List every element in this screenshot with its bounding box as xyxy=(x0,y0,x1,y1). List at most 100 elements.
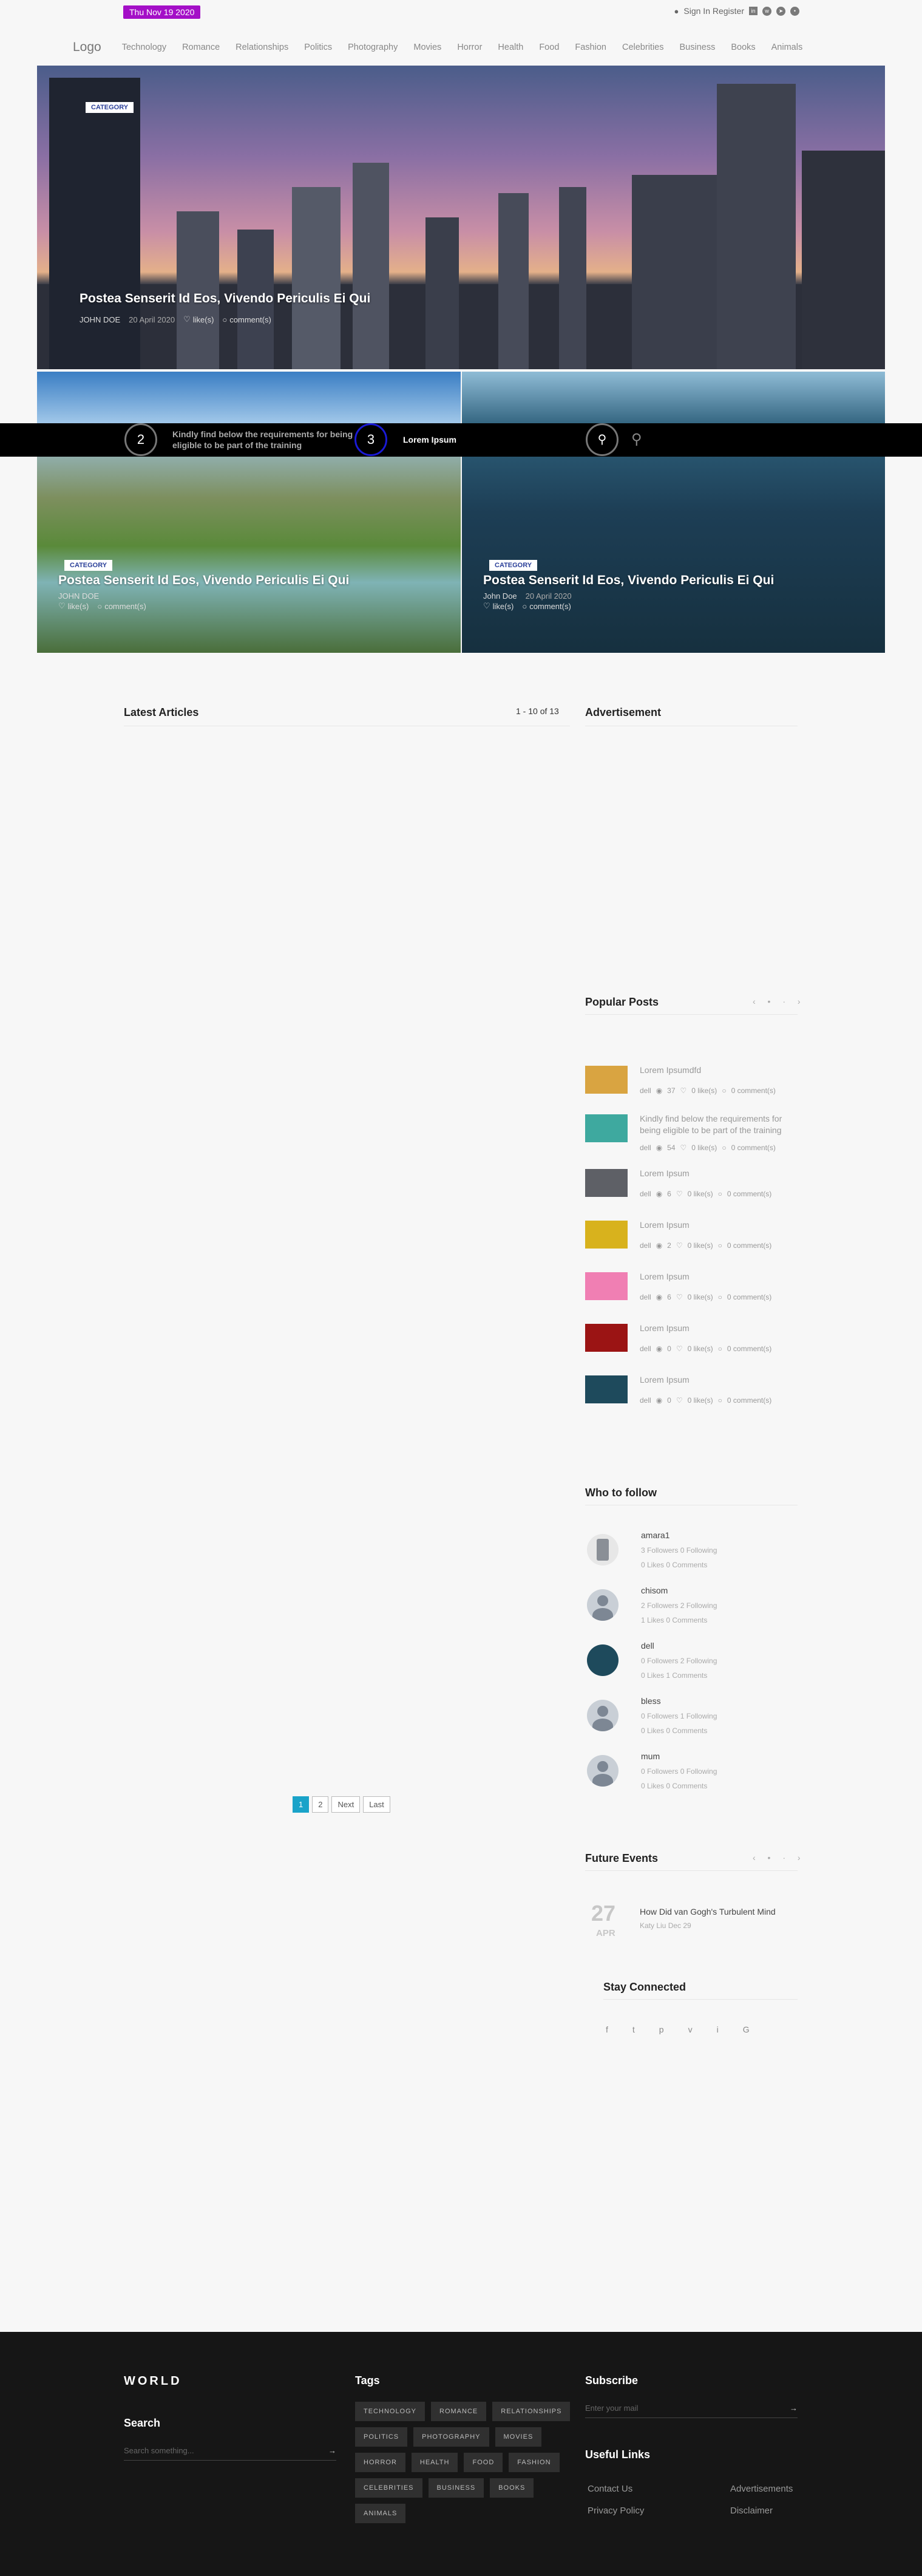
tag-business[interactable]: BUSINESS xyxy=(428,2478,484,2498)
popular-post-title[interactable]: Lorem Ipsum xyxy=(640,1374,798,1386)
search-icon[interactable]: ⚲ xyxy=(586,423,619,456)
carousel-arrows[interactable]: ‹ • · › xyxy=(753,997,805,1006)
heart-icon[interactable]: ♡ xyxy=(483,601,490,611)
hero-post-title[interactable]: Postea Senserit Id Eos, Vivendo Periculi… xyxy=(80,291,370,306)
twitter-icon[interactable]: t xyxy=(632,2025,635,2034)
category-tag[interactable]: CATEGORY xyxy=(86,102,134,113)
heart-icon[interactable]: ♡ xyxy=(680,1086,687,1095)
post-thumbnail[interactable] xyxy=(585,1114,628,1142)
follow-user-item[interactable]: dell 0 Followers 2 Following 0 Likes 1 C… xyxy=(587,1641,793,1689)
slide-text-2[interactable]: Kindly find below the requirements for b… xyxy=(172,429,354,451)
google-icon[interactable]: G xyxy=(743,2025,750,2034)
nav-item-books[interactable]: Books xyxy=(731,43,755,52)
comment-icon[interactable]: ○ xyxy=(722,1143,726,1152)
instagram-icon[interactable]: i xyxy=(717,2025,719,2034)
comment-icon[interactable]: ○ xyxy=(97,602,102,611)
nav-item-relationships[interactable]: Relationships xyxy=(236,43,288,52)
footer-search-input[interactable]: Search something... → xyxy=(124,2446,336,2461)
arrow-right-icon[interactable]: → xyxy=(790,2404,798,2413)
comment-icon[interactable]: ○ xyxy=(522,602,527,611)
tag-fashion[interactable]: FASHION xyxy=(509,2453,560,2472)
share-icon[interactable]: • xyxy=(790,6,799,16)
heart-icon[interactable]: ♡ xyxy=(676,1293,683,1301)
page-2-button[interactable]: 2 xyxy=(312,1796,329,1813)
post-author[interactable]: JOHN DOE xyxy=(80,315,120,324)
avatar[interactable] xyxy=(587,1755,619,1787)
hero-post[interactable]: CATEGORY Postea Senserit Id Eos, Vivendo… xyxy=(37,66,885,369)
post-author[interactable]: John Doe xyxy=(483,591,517,601)
vimeo-icon[interactable]: v xyxy=(688,2025,693,2034)
user-name[interactable]: bless xyxy=(641,1696,661,1706)
post-author[interactable]: dell xyxy=(640,1190,651,1198)
carousel-arrows[interactable]: ‹ • · › xyxy=(753,1853,805,1862)
popular-post-title[interactable]: Lorem Ipsum xyxy=(640,1323,798,1334)
comment-icon[interactable]: ○ xyxy=(722,1086,726,1095)
nav-item-horror[interactable]: Horror xyxy=(457,43,482,52)
post-thumbnail[interactable] xyxy=(585,1324,628,1352)
user-name[interactable]: amara1 xyxy=(641,1530,669,1540)
signin-register-link[interactable]: Sign In Register xyxy=(683,6,744,16)
follow-user-item[interactable]: bless 0 Followers 1 Following 0 Likes 0 … xyxy=(587,1696,793,1745)
post-thumbnail[interactable] xyxy=(585,1169,628,1197)
heart-icon[interactable]: ♡ xyxy=(680,1143,687,1152)
heart-icon[interactable]: ♡ xyxy=(676,1241,683,1250)
category-tag[interactable]: CATEGORY xyxy=(489,560,538,571)
nav-item-politics[interactable]: Politics xyxy=(304,43,332,52)
tag-celebrities[interactable]: CELEBRITIES xyxy=(355,2478,422,2498)
heart-icon[interactable]: ♡ xyxy=(676,1344,683,1353)
nav-item-food[interactable]: Food xyxy=(539,43,559,52)
tag-politics[interactable]: POLITICS xyxy=(355,2427,408,2447)
popular-post-title[interactable]: Lorem Ipsum xyxy=(640,1168,798,1179)
post-author[interactable]: dell xyxy=(640,1143,651,1152)
slide-number-2[interactable]: 2 xyxy=(124,423,157,456)
avatar[interactable] xyxy=(587,1534,619,1566)
arrow-right-icon[interactable]: → xyxy=(328,2446,336,2455)
nav-item-celebrities[interactable]: Celebrities xyxy=(622,43,664,52)
follow-user-item[interactable]: mum 0 Followers 0 Following 0 Likes 0 Co… xyxy=(587,1751,793,1800)
post-author[interactable]: dell xyxy=(640,1293,651,1301)
tag-movies[interactable]: MOVIES xyxy=(495,2427,542,2447)
facebook-icon[interactable]: f xyxy=(606,2025,608,2034)
nav-item-business[interactable]: Business xyxy=(679,43,715,52)
comment-icon[interactable]: ○ xyxy=(718,1344,722,1353)
telegram-icon[interactable]: ➤ xyxy=(776,6,785,16)
popular-post-title[interactable]: Lorem Ipsum xyxy=(640,1271,798,1283)
search-icon[interactable]: ⚲ xyxy=(631,431,642,448)
heart-icon[interactable]: ♡ xyxy=(676,1396,683,1405)
heart-icon[interactable]: ♡ xyxy=(58,601,66,611)
avatar[interactable] xyxy=(587,1644,619,1676)
slide-number-3[interactable]: 3 xyxy=(354,423,387,456)
nav-item-movies[interactable]: Movies xyxy=(413,43,441,52)
tag-animals[interactable]: ANIMALS xyxy=(355,2504,406,2523)
logo[interactable]: Logo xyxy=(73,40,101,55)
popular-post-title[interactable]: Kindly find below the requirements for b… xyxy=(640,1113,798,1136)
disclaimer-link[interactable]: Disclaimer xyxy=(730,2506,773,2516)
tag-relationships[interactable]: RELATIONSHIPS xyxy=(492,2402,571,2421)
post-thumbnail[interactable] xyxy=(585,1066,628,1094)
popular-post-title[interactable]: Lorem Ipsumdfd xyxy=(640,1065,798,1076)
post-thumbnail[interactable] xyxy=(585,1272,628,1300)
post-thumbnail[interactable] xyxy=(585,1375,628,1403)
post-thumbnail[interactable] xyxy=(585,1221,628,1249)
tag-books[interactable]: BOOKS xyxy=(490,2478,534,2498)
follow-user-item[interactable]: chisom 2 Followers 2 Following 1 Likes 0… xyxy=(587,1586,793,1634)
nav-item-animals[interactable]: Animals xyxy=(771,43,803,52)
tag-health[interactable]: HEALTH xyxy=(411,2453,458,2472)
user-name[interactable]: dell xyxy=(641,1641,654,1651)
pinterest-icon[interactable]: p xyxy=(659,2025,664,2034)
post-title[interactable]: Postea Senserit Id Eos, Vivendo Periculi… xyxy=(483,573,774,588)
post-title[interactable]: Postea Senserit Id Eos, Vivendo Periculi… xyxy=(58,573,349,588)
tag-technology[interactable]: TECHNOLOGY xyxy=(355,2402,425,2421)
event-title[interactable]: How Did van Gogh's Turbulent Mind xyxy=(640,1907,776,1917)
footer-brand[interactable]: WORLD xyxy=(124,2374,182,2388)
heart-icon[interactable]: ♡ xyxy=(676,1190,683,1198)
slide-text-3[interactable]: Lorem Ipsum xyxy=(403,434,456,445)
post-author[interactable]: dell xyxy=(640,1396,651,1405)
follow-user-item[interactable]: amara1 3 Followers 0 Following 0 Likes 0… xyxy=(587,1530,793,1579)
comment-icon[interactable]: ○ xyxy=(718,1241,722,1250)
linkedin-icon[interactable]: in xyxy=(749,7,758,15)
avatar[interactable] xyxy=(587,1700,619,1731)
comment-icon[interactable]: ○ xyxy=(718,1396,722,1405)
post-tile[interactable]: CATEGORY Postea Senserit Id Eos, Vivendo… xyxy=(37,372,461,653)
nav-item-romance[interactable]: Romance xyxy=(182,43,220,52)
